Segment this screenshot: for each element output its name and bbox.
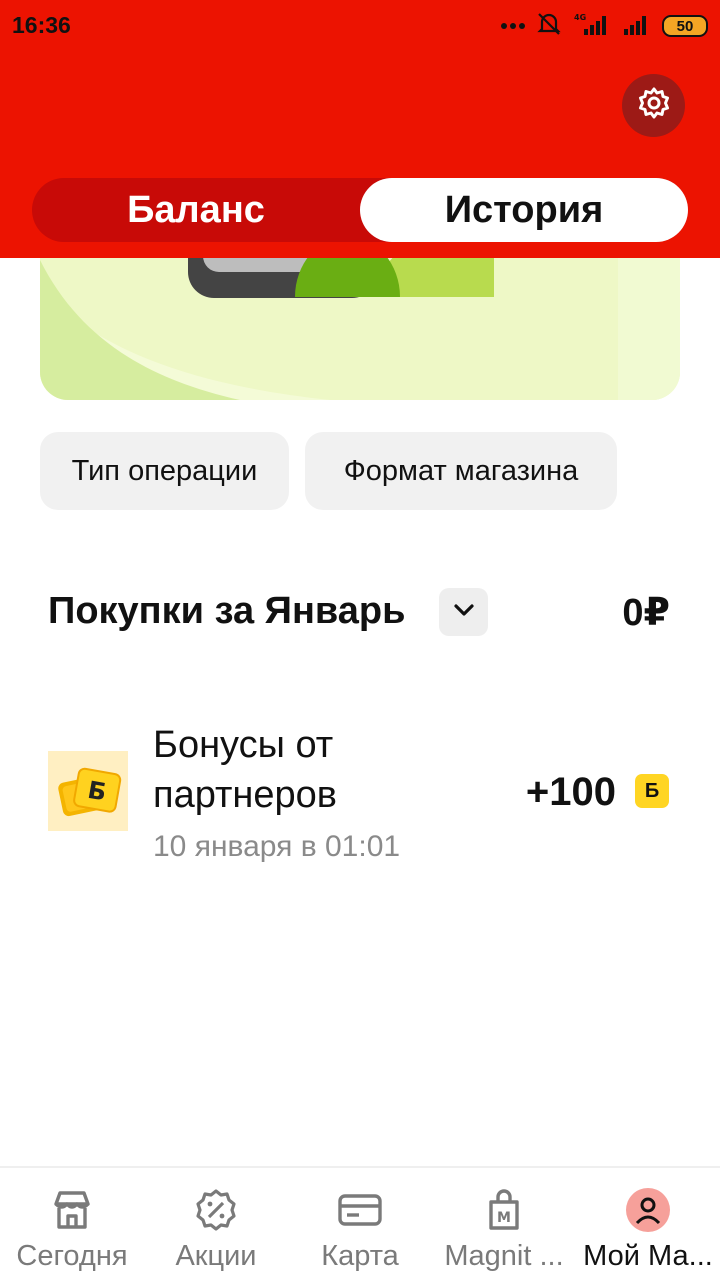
tab-history[interactable]: История <box>360 178 688 242</box>
percent-badge-icon <box>192 1186 240 1234</box>
bell-muted-icon <box>536 11 562 42</box>
app-header: 16:36 4G 50 Баланс История <box>0 0 720 258</box>
nav-label-promotions: Акции <box>175 1240 257 1272</box>
transaction-title[interactable]: Бонусы от партнеров <box>153 720 493 820</box>
nav-label-magnit-market: Magnit ... <box>444 1240 564 1272</box>
signal-4g-icon: 4G <box>572 11 612 42</box>
screen: 16:36 4G 50 Баланс История Тип операции … <box>0 0 720 1280</box>
card-icon <box>336 1186 384 1234</box>
nav-item-magnit-market[interactable]: M Magnit ... <box>432 1168 576 1280</box>
tab-balance[interactable]: Баланс <box>32 178 360 242</box>
balance-history-switch: Баланс История <box>32 178 688 242</box>
nav-label-my-magnit: Мой Ма... <box>583 1240 713 1272</box>
nav-item-my-magnit[interactable]: Мой Ма... <box>576 1168 720 1280</box>
transaction-amount: +100 <box>525 770 616 814</box>
more-dots-icon <box>500 17 526 35</box>
battery-indicator: 50 <box>662 15 708 37</box>
svg-text:M: M <box>497 1210 511 1226</box>
chevron-down-icon <box>453 603 475 622</box>
settings-button[interactable] <box>622 74 685 137</box>
shopping-bag-icon: M <box>480 1186 528 1234</box>
status-time: 16:36 <box>12 12 71 38</box>
bonus-currency-badge: Б <box>635 774 669 808</box>
nav-item-today[interactable]: Сегодня <box>0 1168 144 1280</box>
month-total: 0₽ <box>622 592 670 634</box>
bottom-navigation: Сегодня Акции Карта M Magnit ... Мой Ма.… <box>0 1166 720 1280</box>
filter-operation-type[interactable]: Тип операции <box>40 432 289 510</box>
transaction-date: 10 января в 01:01 <box>153 830 401 863</box>
nav-label-today: Сегодня <box>16 1240 128 1272</box>
store-icon <box>48 1186 96 1234</box>
month-expand-button[interactable] <box>439 588 488 636</box>
filter-store-format[interactable]: Формат магазина <box>305 432 617 510</box>
status-bar: 16:36 4G 50 <box>0 0 720 52</box>
status-icons: 4G 50 <box>500 10 708 42</box>
nav-item-card[interactable]: Карта <box>288 1168 432 1280</box>
nav-label-card: Карта <box>321 1240 399 1272</box>
signal-icon <box>622 11 652 42</box>
month-title: Покупки за Январь <box>48 590 406 632</box>
svg-text:4G: 4G <box>574 13 586 22</box>
bonus-coins-icon: Б <box>48 751 128 831</box>
profile-icon <box>624 1186 672 1234</box>
gear-icon <box>637 86 671 125</box>
nav-item-promotions[interactable]: Акции <box>144 1168 288 1280</box>
